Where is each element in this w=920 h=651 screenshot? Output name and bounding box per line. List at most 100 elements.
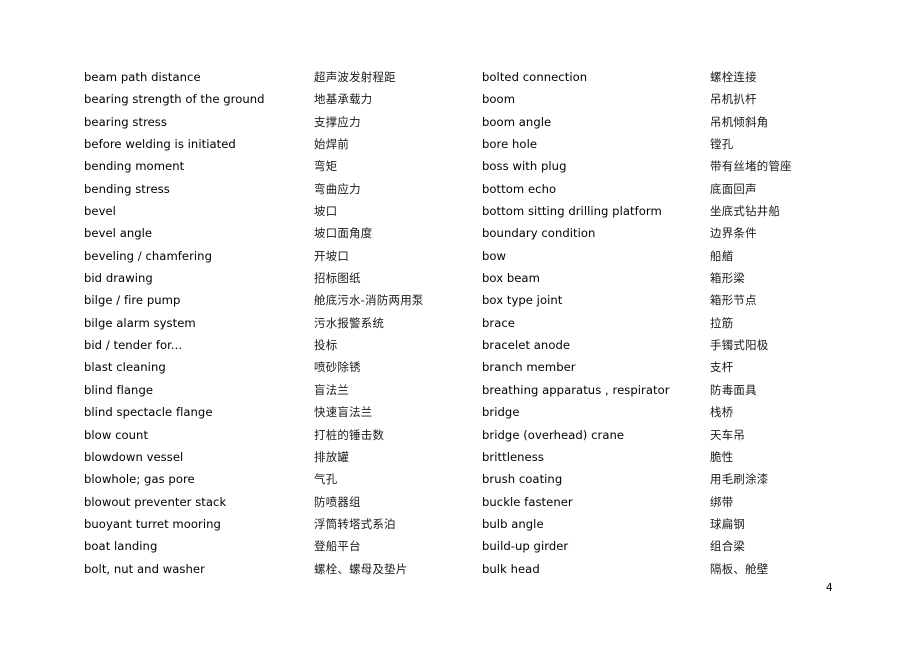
term-text: buoyant turret mooring [84, 516, 221, 531]
term-text: bid / tender for... [84, 338, 183, 353]
term-text: 排放罐 [314, 449, 350, 464]
term-english-right: boundary condition [482, 222, 710, 244]
term-text: 防喷器组 [314, 494, 361, 509]
term-english-right: build-up girder [482, 535, 710, 557]
term-chinese-left: 超声波发射程距 [314, 66, 482, 88]
table-row: boat landing 登船平台 build-up girder 组合梁 [84, 535, 874, 557]
term-chinese-right: 绑带 [710, 491, 874, 513]
term-english-right: box type joint [482, 289, 710, 311]
term-text: bevel angle [84, 226, 153, 241]
term-chinese-left: 盲法兰 [314, 379, 482, 401]
term-text: beveling / chamfering [84, 248, 212, 263]
term-text: 吊机倾斜角 [710, 114, 769, 129]
term-english-right: bracelet anode [482, 334, 710, 356]
term-chinese-left: 坡口 [314, 200, 482, 222]
table-row: bevel 坡口 bottom sitting drilling platfor… [84, 200, 874, 222]
term-text: boundary condition [482, 226, 596, 241]
term-text: 超声波发射程距 [314, 70, 396, 84]
table-row: blind flange 盲法兰 breathing apparatus , r… [84, 379, 874, 401]
term-text: 箱形梁 [710, 271, 746, 286]
term-english-right: box beam [482, 267, 710, 289]
term-text: blast cleaning [84, 360, 166, 375]
term-english-left: blowdown vessel [84, 446, 314, 468]
term-text: bending moment [84, 159, 185, 174]
term-chinese-left: 坡口面角度 [314, 222, 482, 244]
term-english-left: bending moment [84, 155, 314, 177]
table-row: bending stress 弯曲应力 bottom echo 底面回声 [84, 178, 874, 200]
term-text: bow [482, 248, 507, 263]
term-text: boat landing [84, 539, 158, 554]
term-english-left: bilge / fire pump [84, 289, 314, 311]
table-row: bid drawing 招标图纸 box beam 箱形梁 [84, 267, 874, 289]
term-text: boom angle [482, 114, 552, 129]
term-chinese-right: 支杆 [710, 356, 874, 378]
term-chinese-left: 弯矩 [314, 155, 482, 177]
table-row: bending moment 弯矩 boss with plug 带有丝堵的管座 [84, 155, 874, 177]
term-text: beam path distance [84, 70, 201, 84]
term-english-left: boat landing [84, 535, 314, 557]
term-chinese-left: 浮筒转塔式系泊 [314, 513, 482, 535]
table-row: blind spectacle flange 快速盲法兰 bridge 栈桥 [84, 401, 874, 423]
table-row: blowdown vessel 排放罐 brittleness 脆性 [84, 446, 874, 468]
term-chinese-right: 球扁钢 [710, 513, 874, 535]
term-chinese-right: 拉筋 [710, 312, 874, 334]
term-text: bridge (overhead) crane [482, 427, 625, 442]
term-english-right: bow [482, 245, 710, 267]
term-english-left: beam path distance [84, 66, 314, 88]
term-text: box beam [482, 271, 540, 286]
term-text: bracelet anode [482, 338, 571, 353]
term-chinese-left: 快速盲法兰 [314, 401, 482, 423]
term-english-left: bilge alarm system [84, 312, 314, 334]
table-row: buoyant turret mooring 浮筒转塔式系泊 bulb angl… [84, 513, 874, 535]
term-text: 栈桥 [710, 405, 734, 420]
term-text: 支撑应力 [314, 114, 361, 129]
term-chinese-right: 栈桥 [710, 401, 874, 423]
table-row: blowhole; gas pore 气孔 brush coating 用毛刷涂… [84, 468, 874, 490]
term-english-left: bending stress [84, 178, 314, 200]
term-text: build-up girder [482, 539, 569, 554]
term-text: 喷砂除锈 [314, 360, 361, 375]
term-chinese-right: 箱形节点 [710, 289, 874, 311]
term-text: brush coating [482, 472, 563, 487]
glossary-table-body: beam path distance 超声波发射程距 bolted connec… [84, 66, 874, 580]
term-chinese-left: 打桩的锤击数 [314, 424, 482, 446]
term-text: bottom echo [482, 181, 557, 196]
term-text: brace [482, 315, 515, 330]
term-english-left: blast cleaning [84, 356, 314, 378]
term-english-left: bearing stress [84, 111, 314, 133]
term-text: bearing strength of the ground [84, 92, 265, 107]
term-text: boss with plug [482, 159, 567, 174]
term-chinese-left: 排放罐 [314, 446, 482, 468]
term-english-left: bevel [84, 200, 314, 222]
term-chinese-left: 招标图纸 [314, 267, 482, 289]
term-text: 船艏 [710, 248, 734, 263]
term-text: branch member [482, 360, 576, 375]
term-english-left: before welding is initiated [84, 133, 314, 155]
table-row: blow count 打桩的锤击数 bridge (overhead) cran… [84, 424, 874, 446]
term-english-left: bevel angle [84, 222, 314, 244]
term-text: bid drawing [84, 271, 153, 286]
term-english-right: bore hole [482, 133, 710, 155]
term-text: bilge / fire pump [84, 293, 181, 308]
term-text: 拉筋 [710, 315, 734, 330]
term-chinese-right: 带有丝堵的管座 [710, 155, 874, 177]
term-chinese-left: 污水报警系统 [314, 312, 482, 334]
term-chinese-left: 舱底污水-消防两用泵 [314, 289, 482, 311]
term-chinese-left: 开坡口 [314, 245, 482, 267]
term-text: 天车吊 [710, 427, 746, 442]
table-row: beveling / chamfering 开坡口 bow 船艏 [84, 245, 874, 267]
term-english-right: bridge [482, 401, 710, 423]
term-english-left: beveling / chamfering [84, 245, 314, 267]
term-english-right: breathing apparatus , respirator [482, 379, 710, 401]
term-english-right: brace [482, 312, 710, 334]
term-text: blowhole; gas pore [84, 472, 195, 487]
term-text: blowout preventer stack [84, 494, 227, 509]
term-chinese-right: 箱形梁 [710, 267, 874, 289]
term-text: 支杆 [710, 360, 734, 375]
term-text: 手镯式阳极 [710, 338, 769, 353]
term-text: bridge [482, 405, 520, 420]
term-text: 地基承载力 [314, 92, 373, 107]
term-text: 螺栓、螺母及垫片 [314, 561, 408, 576]
term-text: bolt, nut and washer [84, 561, 205, 576]
term-english-right: buckle fastener [482, 491, 710, 513]
